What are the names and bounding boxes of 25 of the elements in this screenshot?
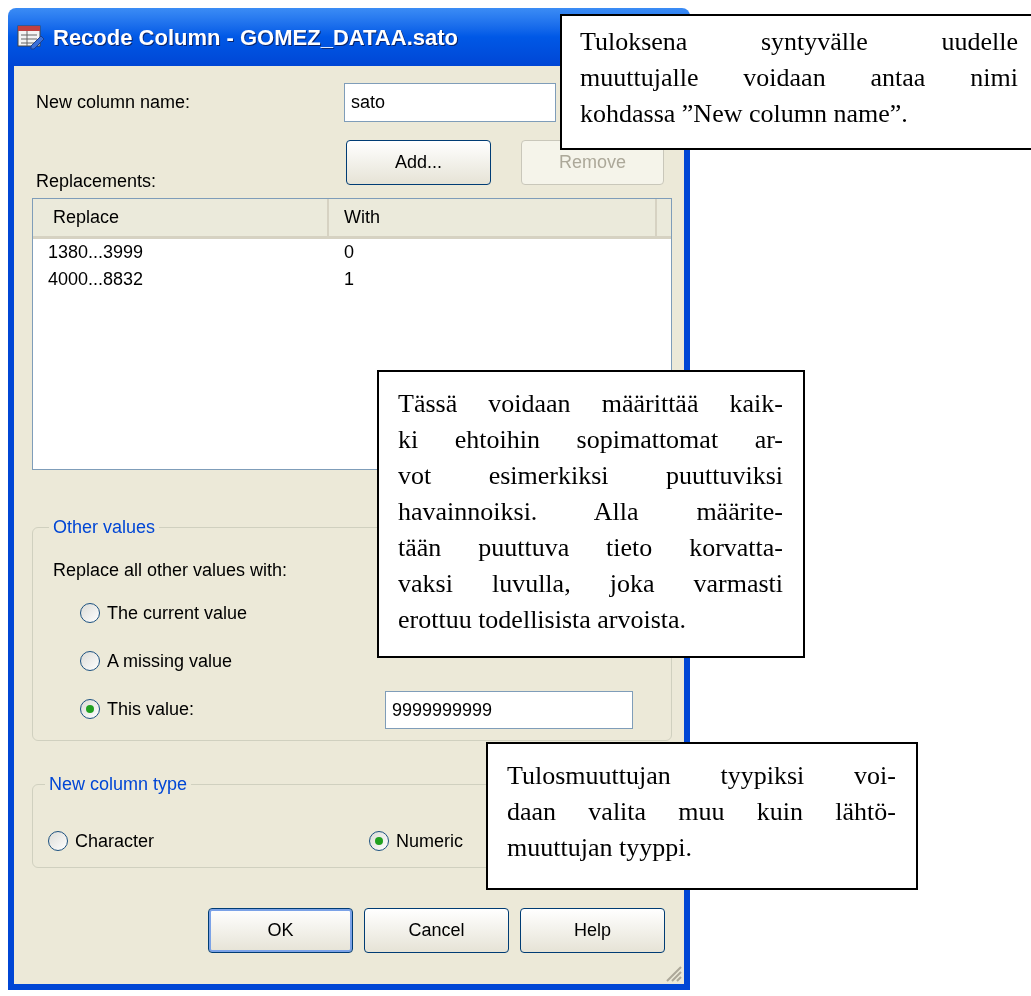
table-cell-text: 1	[343, 268, 354, 291]
column-header[interactable]: Replace	[33, 199, 329, 236]
callout-text: Tulosmuuttujan tyypiksi voi- daan valita muu kuin lähtö- muuttujan tyyppi.	[507, 760, 896, 864]
column-name-field[interactable]: sato	[344, 83, 556, 122]
radio-option[interactable]: The current value	[80, 600, 248, 626]
radio-option[interactable]: Numeric	[369, 828, 464, 854]
field-label: New column name:	[36, 91, 192, 114]
table-cell-text: 1380...3999	[47, 241, 145, 264]
radio-option[interactable]: A missing value	[80, 648, 233, 674]
window-title: Recode Column - GOMEZ_DATAA.sato	[53, 23, 458, 52]
default-button[interactable]: OK	[208, 908, 353, 953]
callout-text: Tuloksena syntyvälle uudelle muuttujalle voidaan antaa nimi kohdassa ”New column name”.	[580, 26, 1018, 130]
list-label: Replacements:	[36, 170, 158, 193]
prompt-text: Replace all other values with:	[53, 559, 288, 582]
value-field[interactable]: 9999999999	[385, 691, 633, 729]
radio-option[interactable]: This value:	[80, 696, 195, 722]
table-cell-text: 4000...8832	[47, 268, 145, 291]
radio-option[interactable]: Character	[48, 828, 155, 854]
group-title: Other values	[52, 516, 157, 539]
table-cell-text: 0	[343, 241, 354, 264]
dialog-button[interactable]: Help	[520, 908, 665, 953]
column-header[interactable]: With	[329, 199, 657, 236]
dialog-button[interactable]: Cancel	[364, 908, 509, 953]
dialog-button[interactable]: Add...	[346, 140, 491, 185]
group-title: New column type	[48, 773, 189, 796]
